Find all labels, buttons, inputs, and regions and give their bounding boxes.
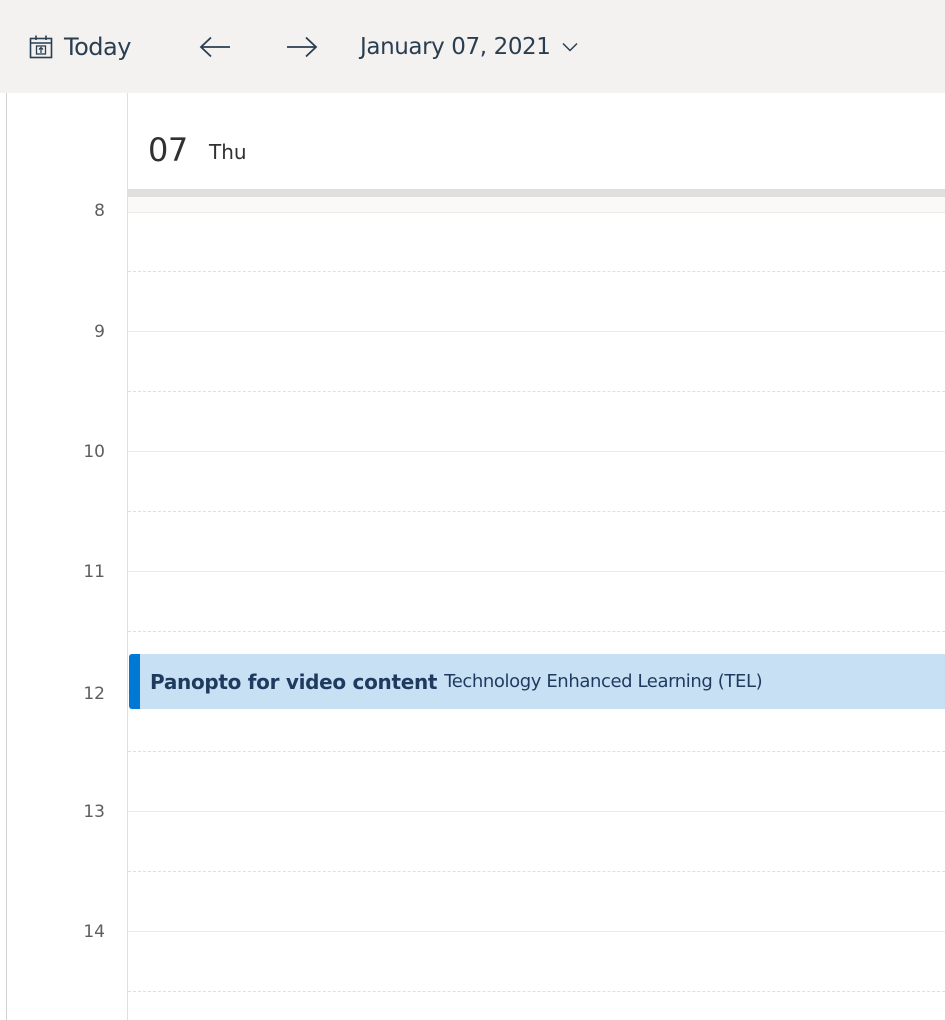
all-day-area[interactable] — [128, 197, 945, 212]
previous-day-button[interactable] — [195, 30, 235, 64]
half-hour-gridline — [128, 871, 945, 872]
day-name: Thu — [209, 140, 247, 164]
half-hour-gridline — [128, 991, 945, 992]
today-label: Today — [64, 33, 131, 61]
arrow-left-icon — [199, 36, 230, 58]
half-hour-gridline — [128, 271, 945, 272]
hour-label: 14 — [83, 922, 105, 942]
current-date-label: January 07, 2021 — [360, 34, 551, 60]
event-title: Panopto for video content — [150, 669, 438, 694]
hour-gridline — [128, 571, 945, 572]
calendar-toolbar: Today January 07, 2021 — [0, 0, 945, 93]
hour-label: 10 — [83, 442, 105, 462]
hour-gridline — [128, 931, 945, 932]
hour-label: 11 — [83, 562, 105, 582]
arrow-right-icon — [287, 36, 318, 58]
hour-gridline — [128, 451, 945, 452]
hour-label: 13 — [83, 802, 105, 822]
hour-gridline — [128, 811, 945, 812]
all-day-bar — [128, 189, 945, 197]
hour-gridline — [128, 331, 945, 332]
time-gutter-divider — [127, 93, 128, 1020]
today-button[interactable]: Today — [28, 30, 131, 64]
half-hour-gridline — [128, 631, 945, 632]
hour-label: 9 — [94, 322, 105, 342]
hour-gridline — [128, 212, 945, 213]
next-day-button[interactable] — [282, 30, 322, 64]
chevron-down-icon — [562, 42, 578, 52]
day-number: 07 — [148, 131, 188, 169]
hour-label: 12 — [83, 684, 105, 704]
left-border — [6, 93, 7, 1020]
calendar-event[interactable]: Panopto for video content Technology Enh… — [129, 654, 945, 709]
day-header[interactable]: 07 Thu — [128, 93, 945, 189]
half-hour-gridline — [128, 751, 945, 752]
half-hour-gridline — [128, 391, 945, 392]
calendar-today-icon — [29, 35, 53, 59]
event-organizer: Technology Enhanced Learning (TEL) — [444, 671, 763, 692]
hour-label: 8 — [94, 201, 105, 221]
half-hour-gridline — [128, 511, 945, 512]
date-picker-button[interactable]: January 07, 2021 — [360, 30, 579, 64]
